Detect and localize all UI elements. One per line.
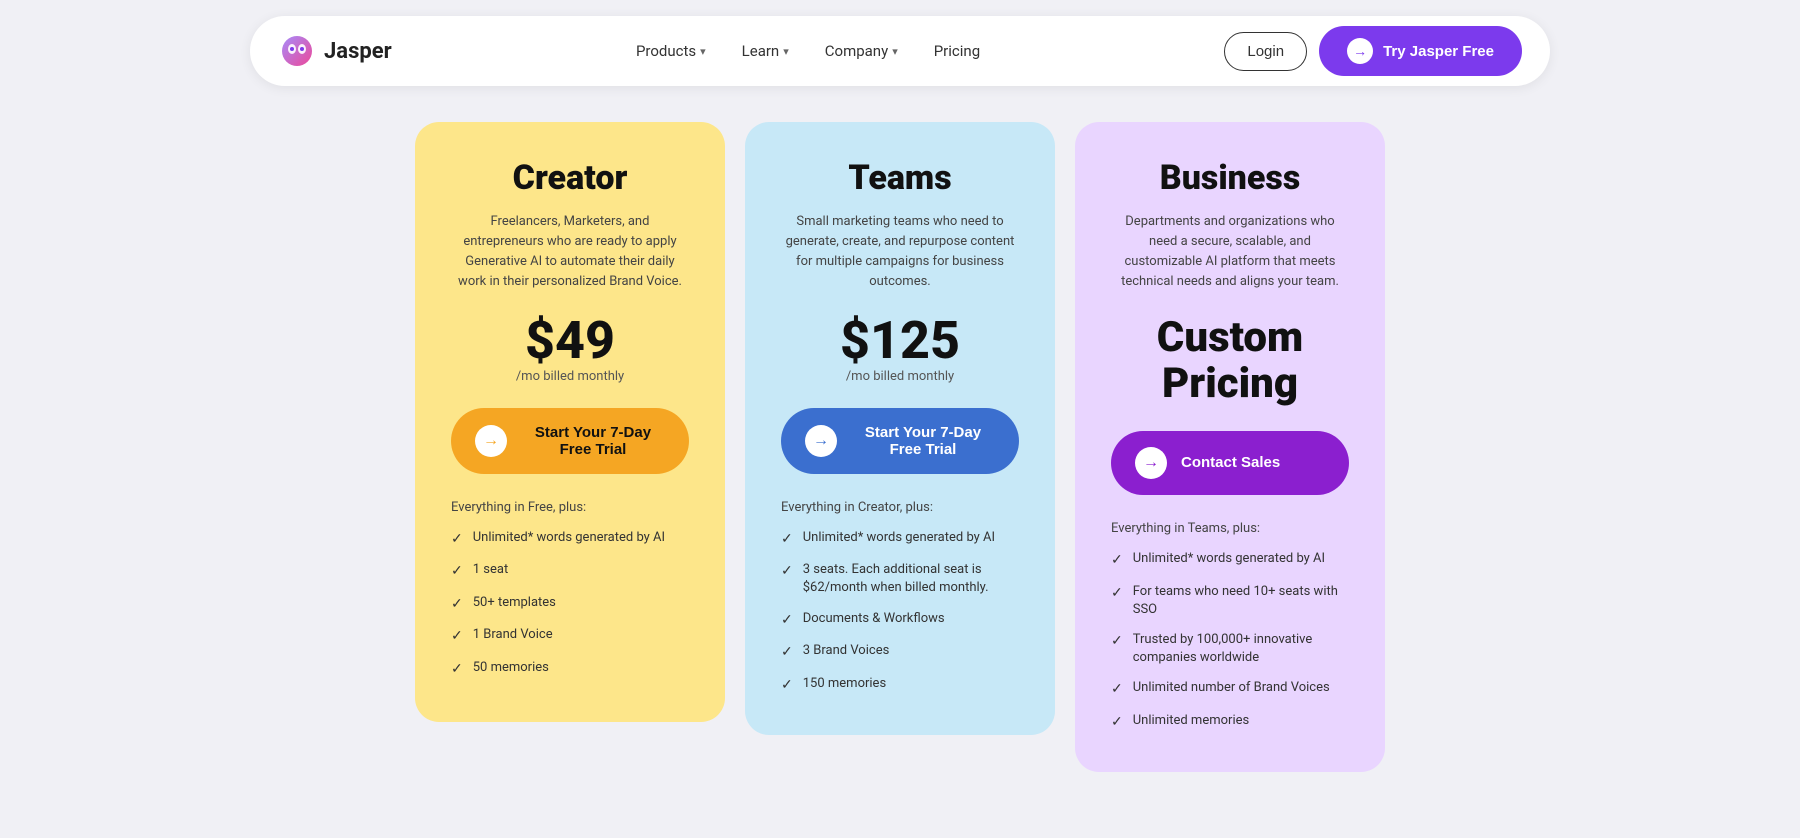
try-jasper-label: Try Jasper Free [1383, 43, 1494, 60]
check-icon: ✓ [1111, 584, 1123, 604]
check-icon: ✓ [781, 643, 793, 663]
list-item: ✓ 50 memories [451, 659, 689, 680]
nav-products-label: Products [636, 42, 696, 60]
check-icon: ✓ [781, 530, 793, 550]
chevron-down-icon: ▾ [700, 45, 706, 58]
creator-price-sub: /mo billed monthly [451, 369, 689, 384]
feature-label: 50 memories [473, 659, 549, 677]
teams-features-list: ✓ Unlimited* words generated by AI ✓ 3 s… [781, 529, 1019, 696]
login-button[interactable]: Login [1224, 32, 1307, 71]
creator-features-list: ✓ Unlimited* words generated by AI ✓ 1 s… [451, 529, 689, 680]
list-item: ✓ 50+ templates [451, 594, 689, 615]
arrow-icon: → [475, 425, 507, 457]
teams-card: Teams Small marketing teams who need to … [745, 122, 1055, 735]
creator-title: Creator [451, 158, 689, 198]
check-icon: ✓ [451, 562, 463, 582]
logo-text: Jasper [324, 39, 392, 64]
feature-label: 1 seat [473, 561, 508, 579]
feature-label: 3 Brand Voices [803, 642, 890, 660]
feature-label: Unlimited* words generated by AI [473, 529, 665, 547]
feature-label: 150 memories [803, 675, 886, 693]
teams-price: $125 [781, 315, 1019, 367]
business-price: Custom Pricing [1111, 315, 1349, 407]
try-jasper-button[interactable]: → Try Jasper Free [1319, 26, 1522, 76]
business-card: Business Departments and organizations w… [1075, 122, 1385, 772]
check-icon: ✓ [1111, 713, 1123, 733]
check-icon: ✓ [451, 530, 463, 550]
list-item: ✓ Unlimited memories [1111, 712, 1349, 733]
chevron-down-icon: ▾ [783, 45, 789, 58]
creator-price: $49 [451, 315, 689, 367]
feature-label: For teams who need 10+ seats with SSO [1133, 583, 1349, 619]
nav-products[interactable]: Products ▾ [622, 34, 720, 68]
business-features-list: ✓ Unlimited* words generated by AI ✓ For… [1111, 550, 1349, 733]
check-icon: ✓ [1111, 680, 1123, 700]
teams-cta-button[interactable]: → Start Your 7-Day Free Trial [781, 408, 1019, 474]
teams-features-header: Everything in Creator, plus: [781, 500, 1019, 515]
pricing-section: Creator Freelancers, Marketers, and entr… [0, 102, 1800, 812]
nav-company[interactable]: Company ▾ [811, 34, 912, 68]
feature-label: 1 Brand Voice [473, 626, 553, 644]
feature-label: Trusted by 100,000+ innovative companies… [1133, 631, 1349, 667]
list-item: ✓ Documents & Workflows [781, 610, 1019, 631]
check-icon: ✓ [451, 627, 463, 647]
navbar: Jasper Products ▾ Learn ▾ Company ▾ Pric… [250, 16, 1550, 86]
list-item: ✓ 3 Brand Voices [781, 642, 1019, 663]
check-icon: ✓ [781, 676, 793, 696]
nav-learn[interactable]: Learn ▾ [728, 34, 803, 68]
creator-cta-label: Start Your 7-Day Free Trial [521, 424, 665, 458]
business-cta-button[interactable]: → Contact Sales [1111, 431, 1349, 495]
list-item: ✓ Unlimited number of Brand Voices [1111, 679, 1349, 700]
list-item: ✓ 3 seats. Each additional seat is $62/m… [781, 561, 1019, 597]
teams-desc: Small marketing teams who need to genera… [781, 212, 1019, 293]
feature-label: Unlimited memories [1133, 712, 1249, 730]
feature-label: Unlimited* words generated by AI [803, 529, 995, 547]
check-icon: ✓ [781, 611, 793, 631]
business-cta-label: Contact Sales [1181, 454, 1280, 471]
creator-cta-button[interactable]: → Start Your 7-Day Free Trial [451, 408, 689, 474]
nav-pricing-label: Pricing [934, 42, 980, 60]
logo[interactable]: Jasper [278, 32, 392, 70]
list-item: ✓ Unlimited* words generated by AI [451, 529, 689, 550]
feature-label: Unlimited* words generated by AI [1133, 550, 1325, 568]
nav-learn-label: Learn [742, 42, 780, 60]
arrow-icon: → [1347, 38, 1373, 64]
check-icon: ✓ [451, 660, 463, 680]
check-icon: ✓ [1111, 632, 1123, 652]
list-item: ✓ For teams who need 10+ seats with SSO [1111, 583, 1349, 619]
list-item: ✓ Unlimited* words generated by AI [1111, 550, 1349, 571]
arrow-icon: → [1135, 447, 1167, 479]
list-item: ✓ 1 seat [451, 561, 689, 582]
teams-price-sub: /mo billed monthly [781, 369, 1019, 384]
check-icon: ✓ [451, 595, 463, 615]
feature-label: Unlimited number of Brand Voices [1133, 679, 1330, 697]
list-item: ✓ 150 memories [781, 675, 1019, 696]
arrow-icon: → [805, 425, 837, 457]
jasper-logo-icon [278, 32, 316, 70]
business-features-header: Everything in Teams, plus: [1111, 521, 1349, 536]
list-item: ✓ Unlimited* words generated by AI [781, 529, 1019, 550]
creator-desc: Freelancers, Marketers, and entrepreneur… [451, 212, 689, 293]
feature-label: Documents & Workflows [803, 610, 945, 628]
check-icon: ✓ [781, 562, 793, 582]
feature-label: 50+ templates [473, 594, 556, 612]
chevron-down-icon: ▾ [892, 45, 898, 58]
check-icon: ✓ [1111, 551, 1123, 571]
nav-company-label: Company [825, 42, 888, 60]
nav-pricing[interactable]: Pricing [920, 34, 994, 68]
teams-title: Teams [781, 158, 1019, 198]
list-item: ✓ Trusted by 100,000+ innovative compani… [1111, 631, 1349, 667]
business-title: Business [1111, 158, 1349, 198]
creator-features-header: Everything in Free, plus: [451, 500, 689, 515]
creator-card: Creator Freelancers, Marketers, and entr… [415, 122, 725, 722]
nav-links: Products ▾ Learn ▾ Company ▾ Pricing [622, 34, 994, 68]
nav-actions: Login → Try Jasper Free [1224, 26, 1522, 76]
list-item: ✓ 1 Brand Voice [451, 626, 689, 647]
feature-label: 3 seats. Each additional seat is $62/mon… [803, 561, 1019, 597]
teams-cta-label: Start Your 7-Day Free Trial [851, 424, 995, 458]
business-desc: Departments and organizations who need a… [1111, 212, 1349, 293]
